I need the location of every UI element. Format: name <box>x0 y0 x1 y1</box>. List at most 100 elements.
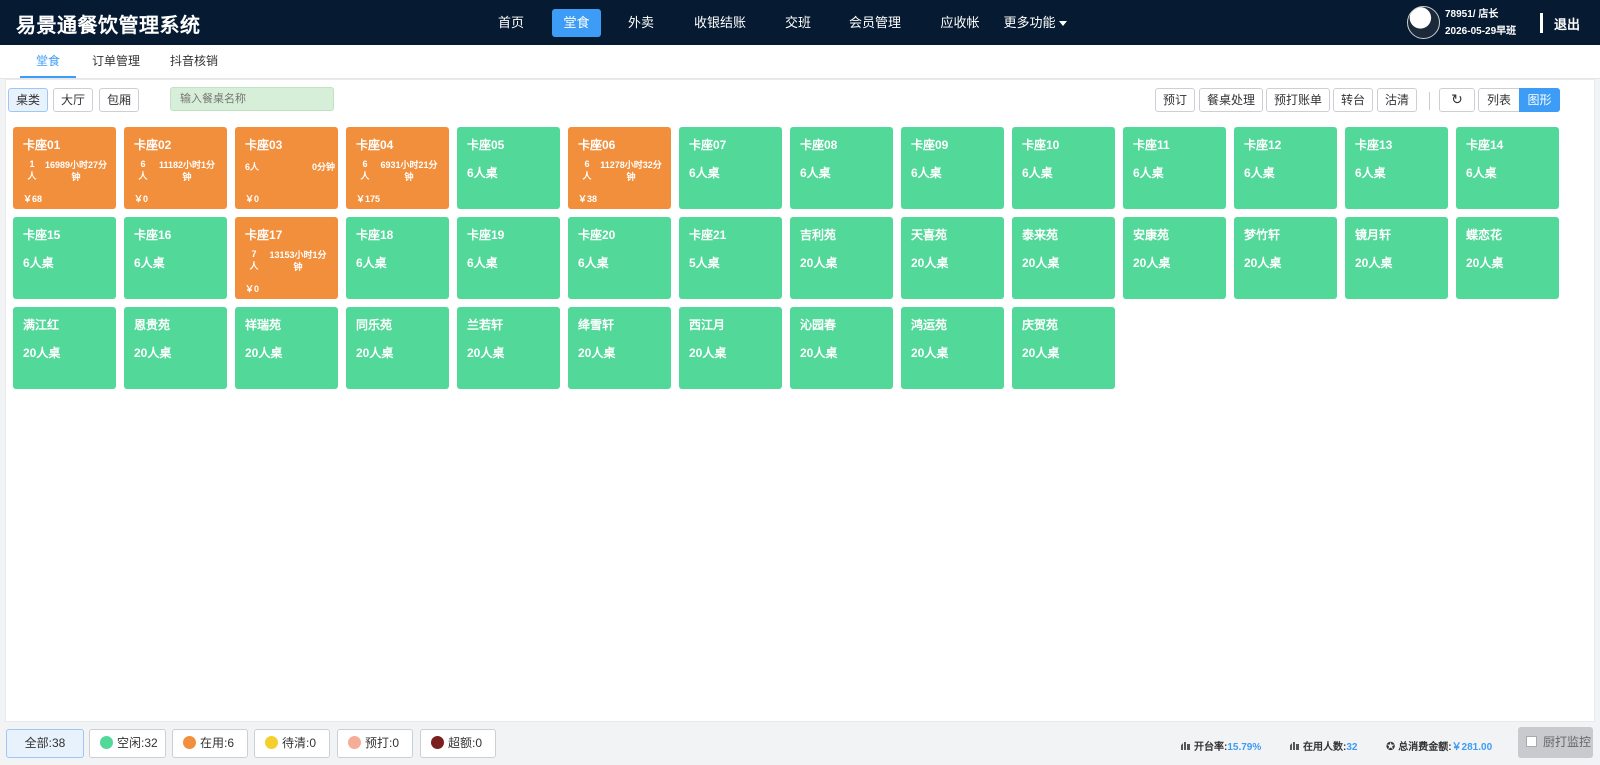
occupied-duration: 13153小时1分钟 <box>269 250 327 272</box>
table-name: 卡座19 <box>467 228 505 242</box>
table-name: 卡座07 <box>689 138 727 152</box>
refresh-icon[interactable]: ↻ <box>1439 88 1475 112</box>
table-tile[interactable]: 卡座11 6人桌 <box>1123 127 1226 209</box>
filter-to-clean-chip[interactable]: 待清:0 <box>254 729 330 758</box>
view-list-button[interactable]: 列表 <box>1478 88 1520 112</box>
table-capacity: 6人桌 <box>800 166 831 180</box>
table-name: 梦竹轩 <box>1244 228 1281 242</box>
table-tile[interactable]: 卡座01 1 人 16989小时27分钟 ￥68 <box>13 127 116 209</box>
table-tile[interactable]: 卡座13 6人桌 <box>1345 127 1448 209</box>
table-capacity: 6人桌 <box>1022 166 1053 180</box>
table-tile[interactable]: 卡座15 6人桌 <box>13 217 116 299</box>
people-in-use-value: 32 <box>1346 742 1358 753</box>
table-amount: ￥0 <box>134 194 149 204</box>
nav-more-features[interactable]: 更多功能 <box>1002 9 1068 37</box>
table-tile[interactable]: 卡座05 6人桌 <box>457 127 560 209</box>
table-tile[interactable]: 卡座09 6人桌 <box>901 127 1004 209</box>
user-avatar[interactable] <box>1407 6 1440 39</box>
table-tile[interactable]: 卡座21 5人桌 <box>679 217 782 299</box>
table-name: 卡座20 <box>578 228 616 242</box>
bar-chart-icon <box>1181 742 1190 750</box>
table-capacity: 6人桌 <box>689 166 720 180</box>
table-tile[interactable]: 镜月轩 20人桌 <box>1345 217 1448 299</box>
table-tile[interactable]: 西江月 20人桌 <box>679 307 782 389</box>
tab-dine-in[interactable]: 堂食 <box>20 45 76 78</box>
table-tile[interactable]: 卡座02 6 人 11182小时1分钟 ￥0 <box>124 127 227 209</box>
kitchen-print-monitor-toggle[interactable]: 厨打监控 <box>1518 727 1593 758</box>
view-graphic-button[interactable]: 图形 <box>1519 88 1560 112</box>
nav-home[interactable]: 首页 <box>491 9 531 37</box>
table-tile[interactable]: 卡座20 6人桌 <box>568 217 671 299</box>
nav-dine-in[interactable]: 堂食 <box>552 9 601 37</box>
nav-takeout[interactable]: 外卖 <box>621 9 661 37</box>
table-tile[interactable]: 沁园春 20人桌 <box>790 307 893 389</box>
filter-hall[interactable]: 大厅 <box>53 88 93 112</box>
table-tile[interactable]: 安康苑 20人桌 <box>1123 217 1226 299</box>
total-spend-label: 总消费金额: <box>1398 742 1452 753</box>
table-tile[interactable]: 蝶恋花 20人桌 <box>1456 217 1559 299</box>
table-capacity: 20人桌 <box>800 256 838 270</box>
table-tile[interactable]: 卡座17 7 人 13153小时1分钟 ￥0 <box>235 217 338 299</box>
table-tile[interactable]: 吉利苑 20人桌 <box>790 217 893 299</box>
sold-out-button[interactable]: 沽清 <box>1377 88 1417 112</box>
occupied-duration: 16989小时27分钟 <box>44 160 108 182</box>
filter-all-chip[interactable]: 全部:38 <box>6 729 84 758</box>
table-name: 卡座01 <box>23 138 61 152</box>
table-tile[interactable]: 绛雪轩 20人桌 <box>568 307 671 389</box>
user-info: 78951/ 店长 2026-05-29早班 <box>1445 6 1516 40</box>
table-tile[interactable]: 同乐苑 20人桌 <box>346 307 449 389</box>
pre-print-bill-button[interactable]: 预打账单 <box>1266 88 1330 112</box>
bar-chart-icon <box>1290 742 1299 750</box>
filter-pre-print-chip[interactable]: 预打:0 <box>337 729 413 758</box>
nav-checkout[interactable]: 收银结账 <box>688 9 752 37</box>
people-in-use-stat: 在用人数:32 <box>1290 738 1357 753</box>
status-footer: 全部:38 空闲:32 在用:6 待清:0 预打:0 超额:0 开台率:15.7… <box>0 722 1600 765</box>
table-capacity: 20人桌 <box>800 346 838 360</box>
nav-member-management[interactable]: 会员管理 <box>843 9 907 37</box>
filter-over-limit-chip[interactable]: 超额:0 <box>420 729 496 758</box>
tab-order-management[interactable]: 订单管理 <box>88 45 144 78</box>
filter-private-room[interactable]: 包厢 <box>99 88 139 112</box>
table-capacity: 6人桌 <box>1466 166 1497 180</box>
table-tile[interactable]: 卡座06 6 人 11278小时32分钟 ￥38 <box>568 127 671 209</box>
caret-down-icon <box>1058 21 1067 27</box>
table-tile[interactable]: 卡座08 6人桌 <box>790 127 893 209</box>
logout-button[interactable]: 退出 <box>1554 14 1580 33</box>
table-tile[interactable]: 卡座14 6人桌 <box>1456 127 1559 209</box>
table-tile[interactable]: 卡座03 6人 0分钟 ￥0 <box>235 127 338 209</box>
filter-free-chip[interactable]: 空闲:32 <box>89 729 166 758</box>
table-tile[interactable]: 恩贵苑 20人桌 <box>124 307 227 389</box>
table-tile[interactable]: 卡座12 6人桌 <box>1234 127 1337 209</box>
reserve-button[interactable]: 预订 <box>1155 88 1195 112</box>
guest-count: 7人 <box>249 249 259 271</box>
table-amount: ￥0 <box>245 194 260 204</box>
table-name: 祥瑞苑 <box>245 318 282 332</box>
filter-table-type[interactable]: 桌类 <box>8 88 48 112</box>
table-tile[interactable]: 卡座10 6人桌 <box>1012 127 1115 209</box>
nav-receivables[interactable]: 应收帐 <box>935 9 985 37</box>
table-tile[interactable]: 卡座18 6人桌 <box>346 217 449 299</box>
table-tile[interactable]: 卡座16 6人桌 <box>124 217 227 299</box>
table-tile[interactable]: 卡座07 6人桌 <box>679 127 782 209</box>
table-tile[interactable]: 天喜苑 20人桌 <box>901 217 1004 299</box>
nav-shift-handover[interactable]: 交班 <box>780 9 816 37</box>
table-handling-button[interactable]: 餐桌处理 <box>1199 88 1263 112</box>
table-tile[interactable]: 梦竹轩 20人桌 <box>1234 217 1337 299</box>
table-name: 吉利苑 <box>800 228 837 242</box>
table-tile[interactable]: 卡座04 6 人 6931小时21分钟 ￥175 <box>346 127 449 209</box>
table-name: 天喜苑 <box>911 228 948 242</box>
table-name: 鸿运苑 <box>911 318 948 332</box>
chip-label: 超额:0 <box>448 736 483 750</box>
table-tile[interactable]: 泰来苑 20人桌 <box>1012 217 1115 299</box>
table-tile[interactable]: 鸿运苑 20人桌 <box>901 307 1004 389</box>
table-tile[interactable]: 祥瑞苑 20人桌 <box>235 307 338 389</box>
table-tile[interactable]: 满江红 20人桌 <box>13 307 116 389</box>
table-tile[interactable]: 庆贺苑 20人桌 <box>1012 307 1115 389</box>
table-amount: ￥68 <box>23 194 43 204</box>
tab-douyin-verification[interactable]: 抖音核销 <box>166 45 222 78</box>
transfer-table-button[interactable]: 转台 <box>1333 88 1373 112</box>
table-tile[interactable]: 卡座19 6人桌 <box>457 217 560 299</box>
table-tile[interactable]: 兰若轩 20人桌 <box>457 307 560 389</box>
table-search-input[interactable] <box>170 87 334 111</box>
filter-in-use-chip[interactable]: 在用:6 <box>172 729 248 758</box>
